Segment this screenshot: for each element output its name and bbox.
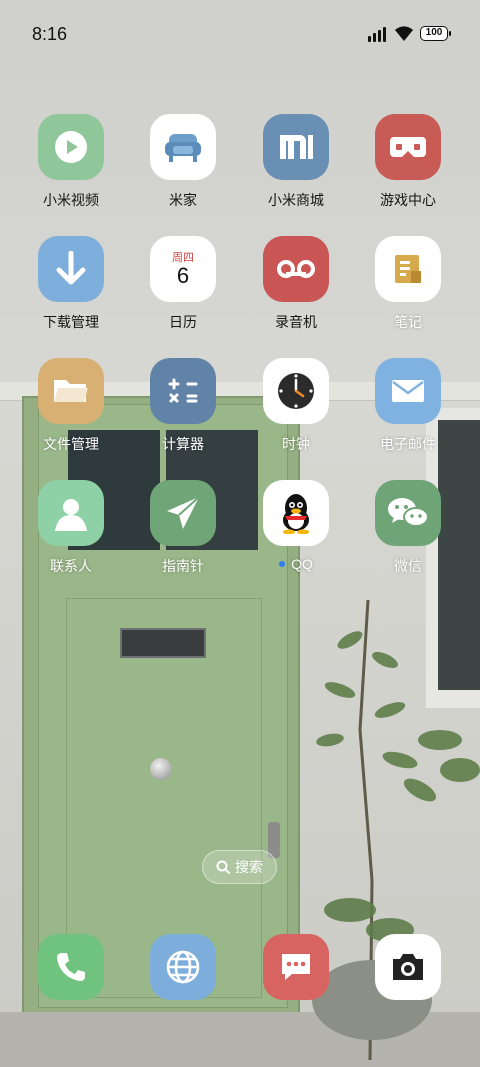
gamepad-icon bbox=[375, 114, 441, 180]
app-label: 指南针 bbox=[162, 558, 204, 574]
calendar-day: 6 bbox=[176, 263, 190, 288]
app-mi-store[interactable]: 小米商城 bbox=[241, 114, 351, 224]
app-label: 下载管理 bbox=[43, 314, 99, 330]
home-search-button[interactable]: 搜索 bbox=[202, 850, 277, 884]
qq-penguin-icon bbox=[263, 480, 329, 546]
status-time: 8:16 bbox=[32, 24, 68, 44]
app-label: 米家 bbox=[169, 192, 197, 208]
paper-plane-icon bbox=[150, 480, 216, 546]
battery-icon: 100 bbox=[420, 26, 451, 41]
app-notes[interactable]: 笔记 bbox=[353, 236, 463, 346]
app-label-text: QQ bbox=[291, 556, 313, 572]
wifi-icon bbox=[395, 26, 413, 41]
calendar-icon: 周四 6 bbox=[150, 236, 216, 302]
app-label: 微信 bbox=[394, 558, 422, 574]
search-icon bbox=[216, 860, 230, 874]
wechat-icon bbox=[375, 480, 441, 546]
app-label: 录音机 bbox=[275, 314, 317, 330]
app-label: 小米商城 bbox=[268, 192, 324, 208]
app-downloads[interactable]: 下载管理 bbox=[16, 236, 126, 346]
app-email[interactable]: 电子邮件 bbox=[353, 358, 463, 468]
app-contacts[interactable]: 联系人 bbox=[16, 480, 126, 590]
app-compass[interactable]: 指南针 bbox=[128, 480, 238, 590]
app-label: 游戏中心 bbox=[380, 192, 436, 208]
app-recorder[interactable]: 录音机 bbox=[241, 236, 351, 346]
app-label: 计算器 bbox=[162, 436, 204, 452]
dock-browser[interactable] bbox=[128, 934, 238, 1044]
dock-camera[interactable] bbox=[353, 934, 463, 1044]
app-mijia[interactable]: 米家 bbox=[128, 114, 238, 224]
app-calculator[interactable]: 计算器 bbox=[128, 358, 238, 468]
app-label: 小米视频 bbox=[43, 192, 99, 208]
app-game-center[interactable]: 游戏中心 bbox=[353, 114, 463, 224]
app-label: 时钟 bbox=[282, 436, 310, 452]
camera-icon bbox=[375, 934, 441, 1000]
download-arrow-icon bbox=[38, 236, 104, 302]
play-icon bbox=[38, 114, 104, 180]
app-label: 笔记 bbox=[394, 314, 422, 330]
app-label: QQ bbox=[241, 556, 351, 572]
app-wechat[interactable]: 微信 bbox=[353, 480, 463, 590]
app-label: 文件管理 bbox=[43, 436, 99, 452]
person-icon bbox=[38, 480, 104, 546]
new-install-dot bbox=[279, 561, 286, 568]
app-clock[interactable]: 时钟 bbox=[241, 358, 351, 468]
app-file-manager[interactable]: 文件管理 bbox=[16, 358, 126, 468]
calculator-icon bbox=[150, 358, 216, 424]
dock-messages[interactable] bbox=[241, 934, 351, 1044]
envelope-icon bbox=[375, 358, 441, 424]
cellular-signal-icon bbox=[368, 26, 386, 42]
sofa-icon bbox=[150, 114, 216, 180]
status-bar: 8:16 100 bbox=[0, 0, 480, 64]
app-label: 联系人 bbox=[50, 558, 92, 574]
globe-icon bbox=[150, 934, 216, 1000]
recorder-icon bbox=[263, 236, 329, 302]
app-label: 电子邮件 bbox=[380, 436, 436, 452]
app-label: 日历 bbox=[169, 314, 197, 330]
phone-icon bbox=[38, 934, 104, 1000]
search-label: 搜索 bbox=[235, 859, 263, 875]
app-calendar[interactable]: 周四 6 日历 bbox=[128, 236, 238, 346]
app-mi-video[interactable]: 小米视频 bbox=[16, 114, 126, 224]
clock-icon bbox=[263, 358, 329, 424]
dock-phone[interactable] bbox=[16, 934, 126, 1044]
app-qq[interactable]: QQ bbox=[241, 480, 351, 590]
mi-logo-icon bbox=[263, 114, 329, 180]
notes-icon bbox=[375, 236, 441, 302]
folder-icon bbox=[38, 358, 104, 424]
message-icon bbox=[263, 934, 329, 1000]
